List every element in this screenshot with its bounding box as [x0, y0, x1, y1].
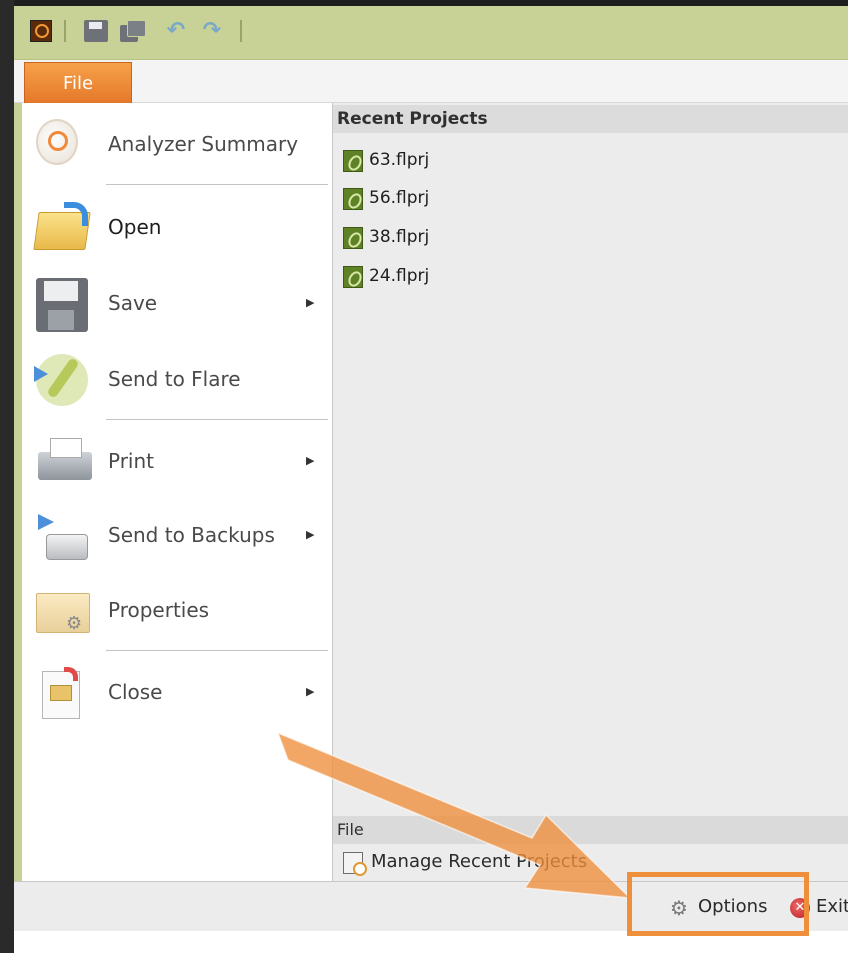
properties-folder-icon [36, 585, 92, 637]
menu-item-label: Print [108, 449, 155, 473]
send-to-flare-icon [34, 354, 88, 406]
redo-icon[interactable]: ↷ [200, 20, 224, 42]
manage-recent-projects-link[interactable]: Manage Recent Projects [341, 846, 661, 878]
open-folder-icon [36, 202, 92, 254]
recent-project-item[interactable]: 38.flprj [343, 222, 543, 252]
recent-project-item[interactable]: 24.flprj [343, 261, 543, 291]
menu-item-label: Close [108, 680, 163, 704]
ribbon-tab-bar: File [14, 60, 848, 103]
quick-access-toolbar: ↶ ↷ [14, 6, 848, 60]
flare-project-icon [343, 150, 363, 172]
submenu-arrow-icon: ▶ [306, 528, 315, 541]
submenu-arrow-icon: ▶ [306, 454, 315, 467]
recent-project-item[interactable]: 56.flprj [343, 183, 543, 213]
menu-item-open[interactable]: Open [22, 192, 332, 262]
menu-item-properties[interactable]: Properties [22, 575, 332, 645]
save-all-icon[interactable] [120, 20, 146, 42]
file-tab[interactable]: File [24, 62, 132, 103]
recent-project-name: 63.flprj [369, 150, 430, 170]
menu-divider [106, 419, 328, 420]
exit-label: Exit [816, 896, 848, 917]
menu-item-label: Send to Backups [108, 523, 275, 547]
menu-item-send-to-backups[interactable]: Send to Backups ▶ [22, 500, 332, 570]
menu-item-save[interactable]: Save ▶ [22, 268, 332, 338]
menu-divider [106, 184, 328, 185]
save-icon[interactable] [84, 20, 108, 42]
menu-item-label: Open [108, 215, 162, 239]
close-document-icon [36, 667, 92, 719]
window-frame-left [0, 0, 14, 953]
recent-project-name: 38.flprj [369, 227, 430, 247]
menu-item-analyzer-summary[interactable]: Analyzer Summary [22, 109, 332, 179]
printer-icon [36, 436, 92, 488]
menu-item-print[interactable]: Print ▶ [22, 426, 332, 496]
recent-project-item[interactable]: 63.flprj [343, 145, 543, 175]
file-section-header: File [333, 816, 848, 844]
toolbar-separator [240, 20, 242, 42]
flare-project-icon [343, 227, 363, 249]
recent-project-name: 24.flprj [369, 266, 430, 286]
menu-item-label: Save [108, 291, 158, 315]
undo-icon[interactable]: ↶ [164, 20, 188, 42]
send-to-backups-icon [36, 510, 92, 562]
menu-divider [106, 650, 328, 651]
recent-project-name: 56.flprj [369, 188, 430, 208]
backstage-menu: Analyzer Summary Open Save ▶ Send to Fla… [22, 103, 332, 881]
flare-project-icon [343, 266, 363, 288]
options-highlight-box [627, 872, 809, 936]
menu-item-close[interactable]: Close ▶ [22, 657, 332, 727]
menu-item-send-to-flare[interactable]: Send to Flare [22, 344, 332, 414]
backstage-accent-bar [14, 103, 22, 881]
toolbar-separator [64, 20, 66, 42]
recent-projects-pane: Recent Projects 63.flprj 56.flprj 38.flp… [332, 103, 848, 881]
manage-recent-label: Manage Recent Projects [371, 851, 588, 872]
menu-item-label: Properties [108, 598, 210, 622]
analyzer-summary-icon [36, 119, 78, 165]
submenu-arrow-icon: ▶ [306, 685, 315, 698]
app-logo-icon[interactable] [30, 20, 52, 42]
manage-recent-icon [343, 852, 367, 876]
menu-item-label: Send to Flare [108, 367, 241, 391]
save-disk-icon [36, 278, 88, 332]
recent-projects-header: Recent Projects [333, 105, 848, 133]
flare-project-icon [343, 188, 363, 210]
menu-item-label: Analyzer Summary [108, 132, 299, 156]
submenu-arrow-icon: ▶ [306, 296, 315, 309]
